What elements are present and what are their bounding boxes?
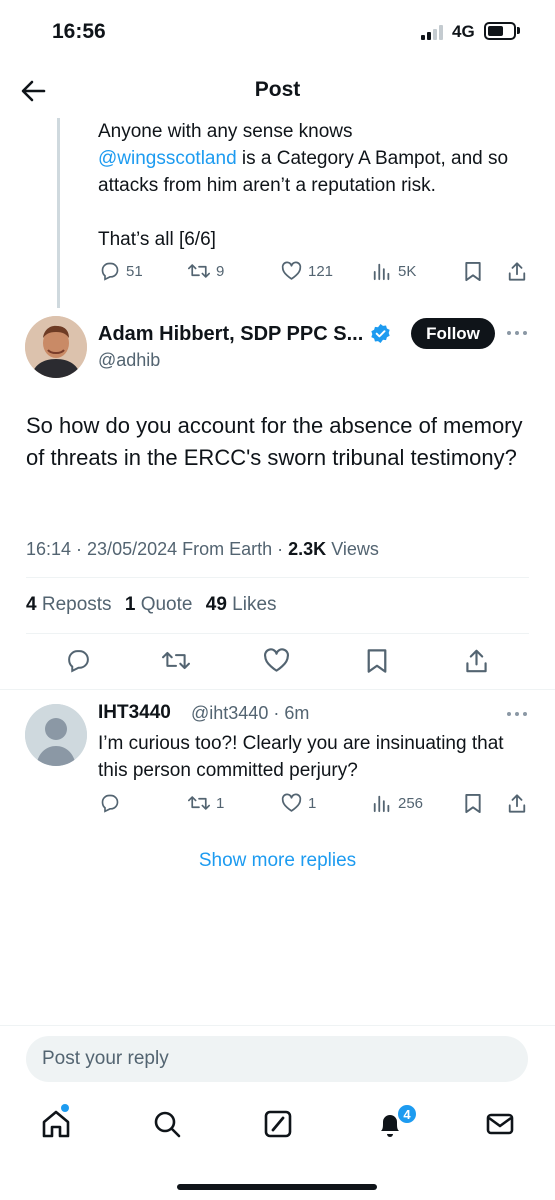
reposts-stat[interactable]: 4 Reposts bbox=[26, 594, 112, 615]
previous-tweet-line3: That’s all [6/6] bbox=[98, 229, 216, 250]
thread-line bbox=[57, 118, 60, 308]
views-count: 5K bbox=[398, 262, 417, 280]
share-icon bbox=[466, 649, 487, 673]
mention-link[interactable]: @wingsscotland bbox=[98, 148, 237, 169]
avatar[interactable] bbox=[25, 316, 87, 378]
tweet-stats: 4 Reposts 1 Quote 49 Likes bbox=[26, 594, 285, 616]
main-reply-button[interactable] bbox=[66, 648, 91, 673]
messages-icon[interactable] bbox=[484, 1108, 516, 1140]
views-total: 2.3K bbox=[288, 539, 327, 559]
main-like-button[interactable] bbox=[263, 648, 290, 673]
home-icon[interactable] bbox=[40, 1108, 72, 1140]
tweet-text: So how do you account for the absence of… bbox=[26, 413, 523, 470]
bottom-tab-bar bbox=[0, 1100, 555, 1150]
reply-reply-button[interactable] bbox=[100, 793, 120, 813]
reply-icon bbox=[101, 262, 119, 281]
verified-badge-icon bbox=[370, 323, 391, 344]
reply-author-name[interactable]: IHT3440 bbox=[98, 702, 171, 724]
home-indicator bbox=[177, 1184, 377, 1190]
status-time: 16:56 bbox=[52, 20, 106, 43]
reply-views-count: 256 bbox=[398, 794, 424, 812]
previous-tweet-line1: Anyone with any sense knows bbox=[98, 121, 353, 142]
reply-composer[interactable] bbox=[26, 1036, 528, 1082]
reply-count: 51 bbox=[126, 262, 143, 280]
repost-icon bbox=[162, 651, 190, 670]
reply-like-count: 1 bbox=[308, 794, 317, 812]
tweet-meta: 16:14 · 23/05/2024 From Earth · 2.3K Vie… bbox=[26, 539, 379, 560]
share-icon bbox=[508, 262, 526, 281]
reply-icon bbox=[101, 794, 119, 813]
home-unread-dot bbox=[61, 1104, 69, 1112]
heart-icon bbox=[281, 793, 302, 812]
heart-icon bbox=[281, 261, 302, 280]
like-count: 121 bbox=[308, 262, 334, 280]
reply-repost-count: 1 bbox=[216, 794, 225, 812]
main-bookmark-button[interactable] bbox=[366, 648, 388, 674]
divider bbox=[26, 577, 529, 578]
grok-icon[interactable] bbox=[262, 1108, 294, 1140]
reply-button[interactable]: 51 bbox=[100, 261, 143, 281]
default-avatar[interactable] bbox=[25, 704, 87, 766]
repost-icon bbox=[188, 796, 210, 810]
bookmark-icon bbox=[465, 793, 481, 814]
previous-tweet-text: Anyone with any sense knows @wingsscotla… bbox=[98, 118, 538, 253]
page-title: Post bbox=[254, 78, 301, 101]
divider bbox=[0, 1025, 555, 1026]
reply-bookmark-button[interactable] bbox=[464, 793, 482, 814]
views-icon bbox=[373, 795, 390, 813]
likes-stat[interactable]: 49 Likes bbox=[206, 594, 277, 615]
signal-icon bbox=[421, 24, 447, 40]
bookmark-icon bbox=[465, 261, 481, 282]
quotes-stat[interactable]: 1 Quote bbox=[125, 594, 193, 615]
reply-icon bbox=[68, 650, 89, 673]
heart-icon bbox=[264, 648, 289, 672]
bookmark-icon bbox=[367, 649, 387, 673]
network-type: 4G bbox=[452, 22, 475, 41]
reply-text: I’m curious too?! Clearly you are insinu… bbox=[98, 733, 504, 781]
battery-tip bbox=[517, 27, 520, 34]
main-repost-button[interactable] bbox=[162, 648, 190, 673]
reply-views-button[interactable]: 256 bbox=[372, 793, 423, 813]
more-options-icon[interactable] bbox=[507, 329, 529, 337]
repost-count: 9 bbox=[216, 262, 225, 280]
reply-share-button[interactable] bbox=[507, 793, 527, 814]
views-button[interactable]: 5K bbox=[372, 261, 416, 281]
reply-author-handle[interactable]: @iht3440 · 6m bbox=[191, 703, 309, 724]
main-share-button[interactable] bbox=[464, 648, 489, 674]
search-icon[interactable] bbox=[151, 1108, 183, 1140]
bookmark-button[interactable] bbox=[464, 261, 482, 282]
author-handle[interactable]: @adhib bbox=[98, 350, 160, 371]
reply-more-options-icon[interactable] bbox=[507, 710, 529, 718]
views-icon bbox=[373, 263, 390, 281]
like-button[interactable]: 121 bbox=[281, 261, 333, 281]
reply-like-button[interactable]: 1 bbox=[281, 793, 316, 813]
tweet-timestamp: 16:14 · 23/05/2024 From Earth · bbox=[26, 539, 289, 559]
views-label: Views bbox=[326, 539, 379, 559]
follow-button[interactable]: Follow bbox=[411, 318, 495, 349]
reply-repost-button[interactable]: 1 bbox=[188, 793, 224, 813]
share-button[interactable] bbox=[507, 261, 527, 282]
header: Post bbox=[0, 64, 555, 118]
repost-button[interactable]: 9 bbox=[188, 261, 224, 281]
reply-input[interactable] bbox=[26, 1036, 528, 1082]
show-more-replies-link[interactable]: Show more replies bbox=[0, 850, 555, 872]
notifications-badge: 4 bbox=[397, 1104, 417, 1124]
author-name[interactable]: Adam Hibbert, SDP PPC S... bbox=[98, 323, 363, 346]
status-bar: 16:56 4G bbox=[0, 0, 555, 60]
divider bbox=[0, 689, 555, 690]
share-icon bbox=[508, 794, 526, 813]
repost-icon bbox=[188, 264, 210, 278]
battery-icon bbox=[484, 22, 516, 40]
divider bbox=[26, 633, 529, 634]
